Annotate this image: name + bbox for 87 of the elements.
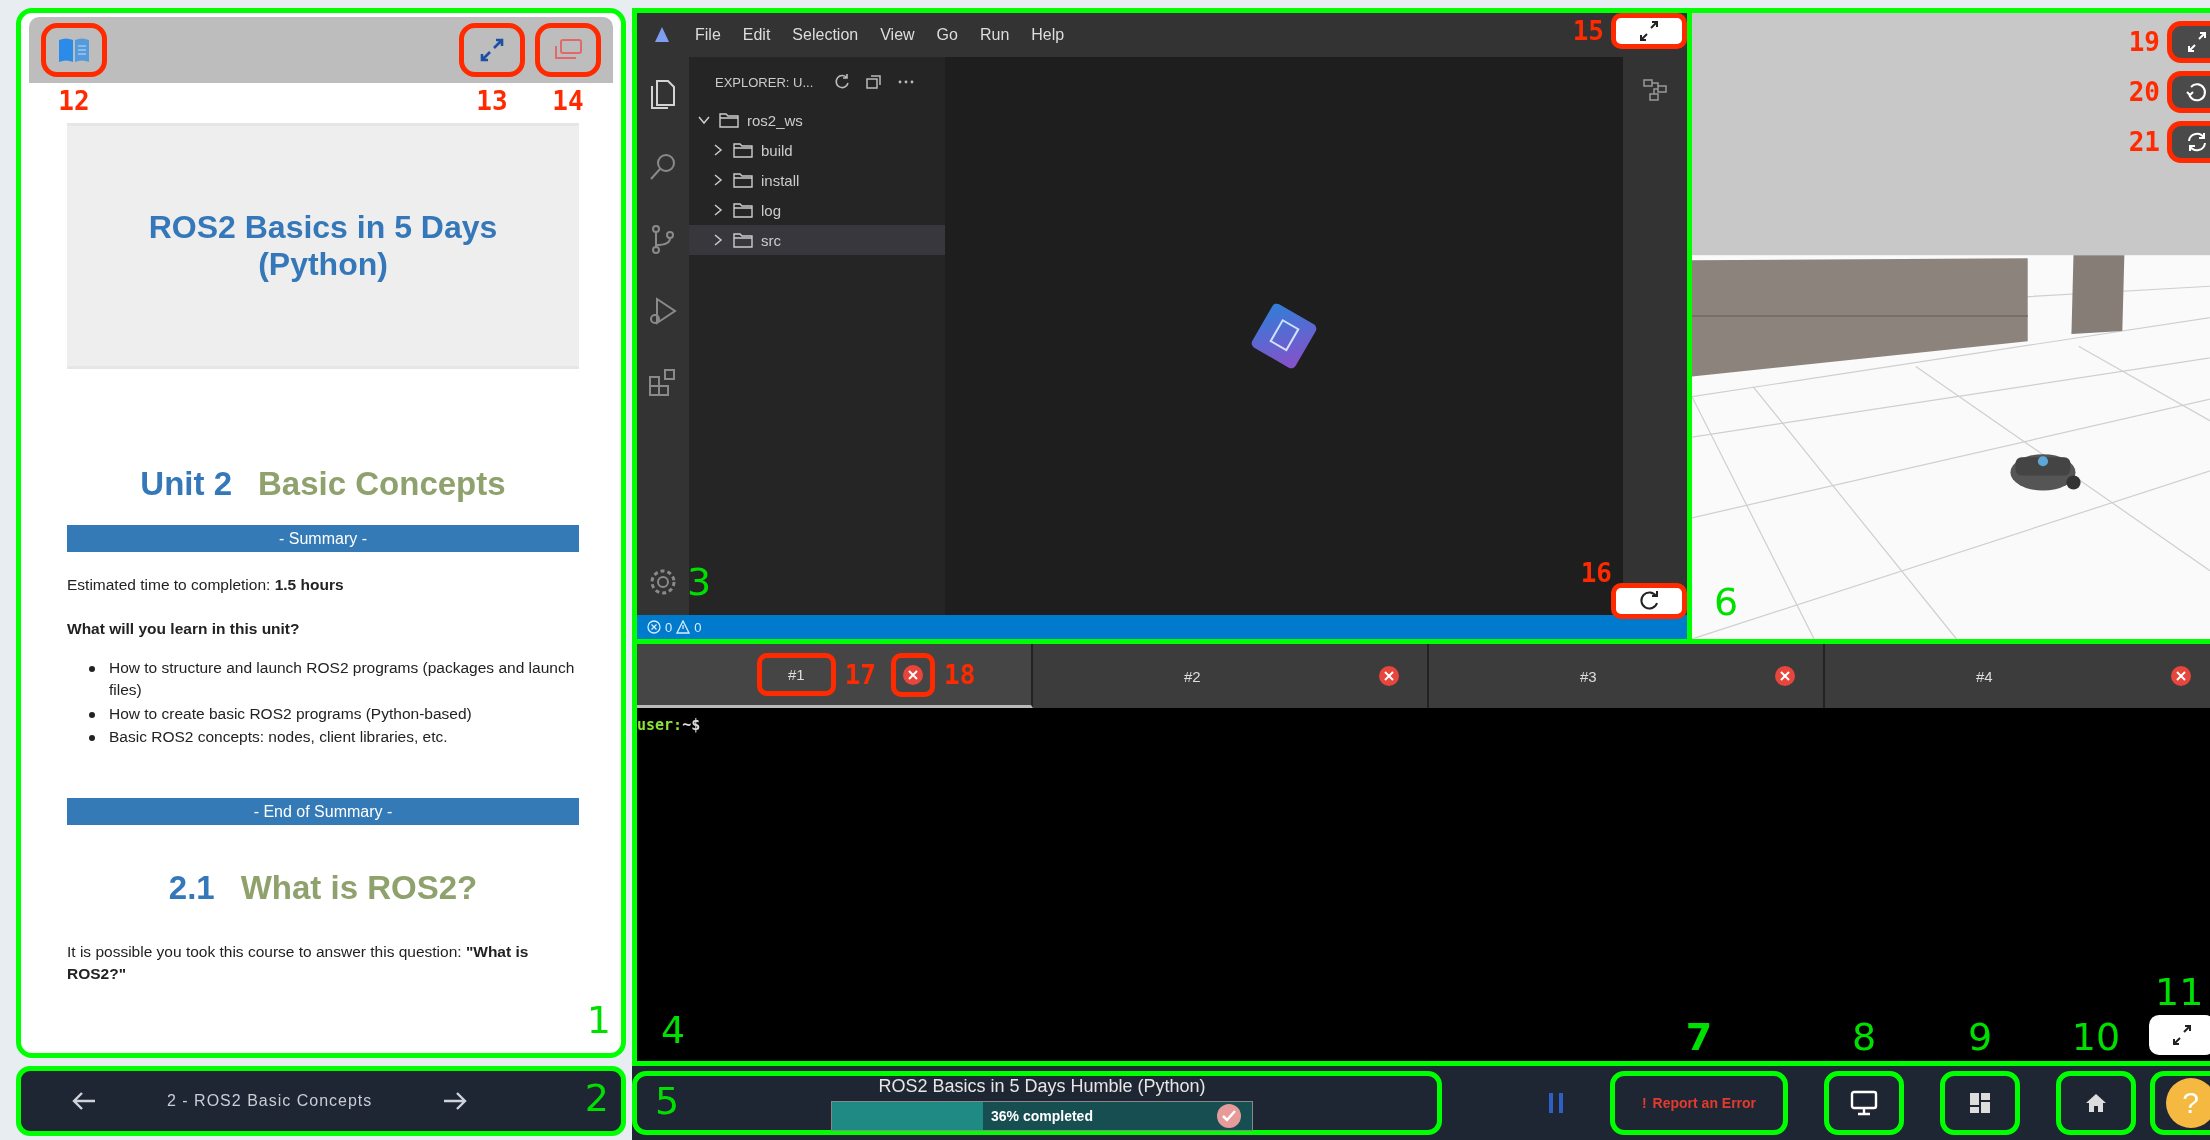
bullet-icon [89, 735, 95, 742]
annotation-number: 3 [687, 563, 712, 601]
layout-icon [1967, 1090, 1993, 1116]
summary-end-bar: - End of Summary - [67, 798, 579, 826]
learn-heading: What will you learn in this unit? [67, 618, 301, 639]
estimate-text: Estimated time to completion: 1.5 hours [67, 575, 345, 595]
explorer-title: EXPLORER: U... [715, 74, 814, 90]
course-title: ROS2 Basics in 5 Days (Python) [147, 209, 499, 283]
menu-item[interactable]: Help [1031, 26, 1065, 44]
close-icon [1774, 665, 1796, 687]
book-icon [57, 36, 91, 64]
tree-item[interactable]: install [689, 165, 945, 195]
unit-title: Basic Concepts [258, 465, 506, 503]
warning-icon[interactable] [676, 620, 691, 634]
forward-arrow-icon[interactable] [442, 1090, 469, 1112]
bullet-icon [89, 666, 95, 673]
terminal-tab[interactable]: #4 [1825, 644, 2210, 708]
prompt-user: user: [637, 716, 683, 734]
folder-icon [733, 142, 753, 158]
annotation-number: 18 [944, 659, 976, 690]
annotation-number: 21 [2128, 127, 2160, 157]
menu-item[interactable]: View [880, 26, 915, 44]
progress-label: 36% completed [991, 1107, 1093, 1124]
annotation-number: 16 [1580, 558, 1612, 588]
annotation-number: 5 [655, 1082, 680, 1120]
menu-item[interactable]: Run [979, 26, 1010, 44]
monitor-icon [1849, 1089, 1879, 1117]
annotation-number: 17 [844, 659, 876, 690]
reset-icon [2184, 81, 2209, 103]
annotation-number: 2 [584, 1079, 609, 1117]
summary-bar: - Summary - [67, 525, 579, 552]
section-number: 2.1 [168, 869, 215, 908]
annotation-number: 8 [1851, 1018, 1877, 1056]
annotation-number: 9 [1967, 1018, 1993, 1056]
section-title: What is ROS2? [240, 869, 478, 908]
annotation-number: 1 [586, 1001, 611, 1039]
tree-item[interactable]: build [689, 135, 945, 165]
menu-item[interactable]: Edit [742, 26, 771, 44]
bullet-text: How to structure and launch ROS2 programs (packages and launch files) [109, 658, 576, 701]
extensions-icon[interactable] [648, 367, 678, 399]
error-icon[interactable] [647, 620, 661, 634]
folder-icon [733, 232, 753, 248]
terminal-tab[interactable]: #1 17 18 [637, 644, 1033, 708]
annotation-number: 12 [58, 86, 90, 116]
run-debug-icon[interactable] [648, 295, 678, 327]
paragraph-text: It is possible you took this course to answer this question: "What is ROS2?" [67, 942, 530, 984]
bullet-text: How to create basic ROS2 programs (Python-based) [109, 703, 472, 724]
files-icon[interactable] [648, 79, 678, 111]
back-arrow-icon[interactable] [71, 1090, 97, 1112]
annotation-number: 11 [2155, 973, 2204, 1011]
annotation-number: 4 [661, 1011, 686, 1049]
close-icon [902, 663, 924, 686]
close-icon [2170, 665, 2192, 687]
course-name: ROS2 Basics in 5 Days Humble (Python) [878, 1075, 1206, 1097]
refresh-icon[interactable] [833, 73, 852, 91]
annotation-number: 13 [476, 86, 508, 116]
tree-item[interactable]: log [689, 195, 945, 225]
annotation-number: 14 [552, 86, 584, 116]
folder-icon [733, 172, 753, 188]
annotation-number: 19 [2128, 27, 2160, 57]
tree-item[interactable]: src [689, 225, 945, 255]
menu-item[interactable]: Selection [792, 26, 859, 44]
tree-item[interactable]: ros2_ws [689, 105, 945, 135]
pause-icon[interactable] [1546, 1091, 1566, 1115]
diagram-icon[interactable] [1640, 77, 1670, 103]
annotation-number: 10 [2071, 1018, 2121, 1056]
menu-item[interactable]: Go [936, 26, 958, 44]
annotation-number: 7 [1685, 1018, 1713, 1056]
annotation-number: 20 [2128, 77, 2160, 107]
terminal-tab[interactable]: #3 [1429, 644, 1825, 708]
collapse-icon[interactable] [865, 73, 884, 91]
menu-item[interactable]: File [695, 26, 721, 44]
close-icon [1378, 665, 1400, 687]
warning-count[interactable]: 0 [694, 619, 702, 635]
bullet-text: Basic ROS2 concepts: nodes, client libraries, etc. [109, 727, 448, 748]
lesson-nav-label: 2 - ROS2 Basic Concepts [167, 1092, 373, 1110]
prompt-path: ~$ [682, 716, 701, 734]
terminal-tab[interactable]: #2 [1033, 644, 1429, 708]
annotation-number: 6 [1714, 583, 1739, 621]
annotation-number: 15 [1572, 16, 1604, 46]
bullet-icon [89, 711, 95, 718]
check-icon [1216, 1102, 1242, 1129]
folder-icon [733, 202, 753, 218]
unit-number: Unit 2 [140, 465, 233, 503]
settings-icon[interactable] [648, 567, 678, 597]
folder-icon [719, 112, 739, 128]
error-count[interactable]: 0 [665, 619, 673, 635]
